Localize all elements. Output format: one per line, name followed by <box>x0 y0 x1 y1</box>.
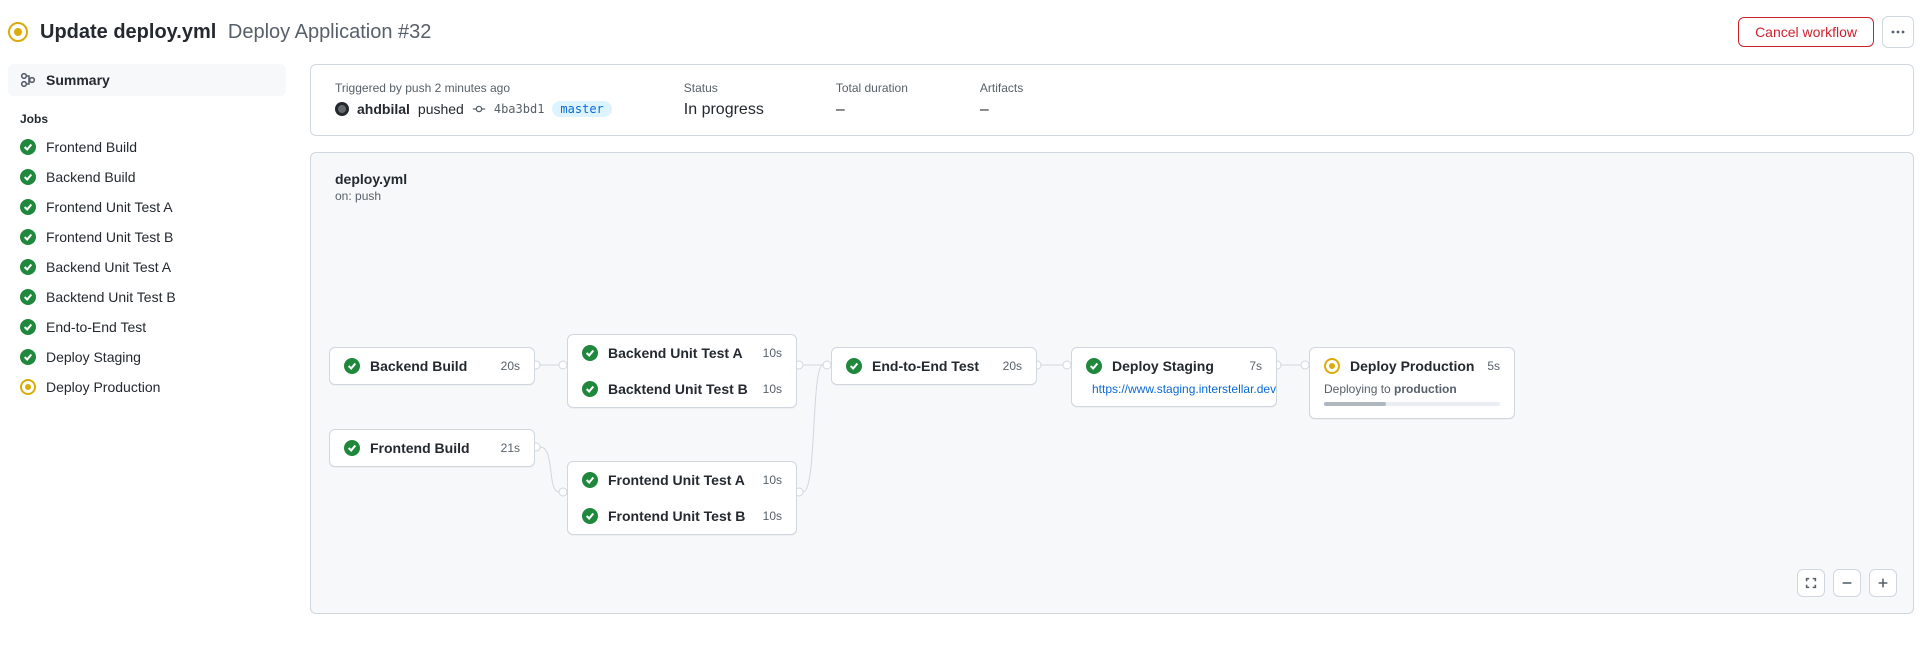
duration-label: Total duration <box>836 81 908 95</box>
node-label: Frontend Build <box>370 440 491 456</box>
job-label: Deploy Staging <box>46 349 141 365</box>
commit-icon <box>472 102 486 116</box>
running-icon <box>1324 358 1340 374</box>
node-backend-build[interactable]: Backend Build 20s <box>329 347 535 385</box>
sidebar-job-item[interactable]: Backtend Unit Test B <box>8 282 286 312</box>
fullscreen-icon <box>1804 576 1818 590</box>
node-label: Deploy Production <box>1350 358 1477 374</box>
node-label: End-to-End Test <box>872 358 993 374</box>
sidebar-job-item[interactable]: Backend Build <box>8 162 286 192</box>
success-icon <box>20 319 36 335</box>
job-label: Backend Unit Test A <box>46 259 171 275</box>
node-label: Deploy Staging <box>1112 358 1239 374</box>
status-label: Status <box>684 81 764 95</box>
kebab-icon <box>1890 24 1906 40</box>
artifacts-value: – <box>980 101 1023 119</box>
node-label: Backend Build <box>370 358 491 374</box>
success-icon <box>582 508 598 524</box>
jobs-heading: Jobs <box>8 96 286 132</box>
job-label: Frontend Build <box>46 139 137 155</box>
workflow-file: deploy.yml <box>335 171 1889 187</box>
node-group-backend-tests[interactable]: Backend Unit Test A 10s Backtend Unit Te… <box>567 334 797 408</box>
plus-icon <box>1876 576 1890 590</box>
node-time: 20s <box>1003 359 1022 373</box>
job-label: Deploy Production <box>46 379 160 395</box>
node-label: Frontend Unit Test B <box>608 508 753 524</box>
actor-link[interactable]: ahdbilal <box>357 101 410 117</box>
node-time: 10s <box>763 346 782 360</box>
success-icon <box>344 358 360 374</box>
staging-url-link[interactable]: https://www.staging.interstellar.dev <box>1092 382 1276 396</box>
branch-badge[interactable]: master <box>552 101 611 117</box>
sidebar-job-item[interactable]: Frontend Unit Test A <box>8 192 286 222</box>
sidebar-job-item[interactable]: Frontend Build <box>8 132 286 162</box>
success-icon <box>20 199 36 215</box>
fullscreen-button[interactable] <box>1797 569 1825 597</box>
sidebar-job-item[interactable]: Deploy Staging <box>8 342 286 372</box>
avatar <box>335 102 349 116</box>
artifacts-label: Artifacts <box>980 81 1023 95</box>
success-icon <box>846 358 862 374</box>
node-deploy-production[interactable]: Deploy Production 5s Deploying to produc… <box>1309 347 1515 419</box>
job-label: Frontend Unit Test A <box>46 199 173 215</box>
success-icon <box>1086 358 1102 374</box>
node-label: Backtend Unit Test B <box>608 381 753 397</box>
running-icon <box>20 379 36 395</box>
success-icon <box>20 139 36 155</box>
success-icon <box>20 259 36 275</box>
success-icon <box>20 169 36 185</box>
commit-sha[interactable]: 4ba3bd1 <box>494 102 545 116</box>
sidebar-job-item[interactable]: Backend Unit Test A <box>8 252 286 282</box>
status-value: In progress <box>684 101 764 119</box>
summary-label: Summary <box>46 72 110 88</box>
node-time: 7s <box>1249 359 1262 373</box>
node-label: Frontend Unit Test A <box>608 472 753 488</box>
running-icon <box>8 22 28 42</box>
node-time: 10s <box>763 509 782 523</box>
success-icon <box>582 345 598 361</box>
zoom-out-button[interactable] <box>1833 569 1861 597</box>
node-time: 5s <box>1487 359 1500 373</box>
sidebar-job-item[interactable]: Deploy Production <box>8 372 286 402</box>
success-icon <box>20 289 36 305</box>
sidebar-job-item[interactable]: End-to-End Test <box>8 312 286 342</box>
node-group-frontend-tests[interactable]: Frontend Unit Test A 10s Frontend Unit T… <box>567 461 797 535</box>
job-label: Backtend Unit Test B <box>46 289 176 305</box>
progress-bar <box>1324 402 1500 406</box>
trigger-label: Triggered by push 2 minutes ago <box>335 81 612 95</box>
push-action: pushed <box>418 101 464 117</box>
node-time: 21s <box>501 441 520 455</box>
success-icon <box>344 440 360 456</box>
job-label: Backend Build <box>46 169 136 185</box>
more-actions-button[interactable] <box>1882 16 1914 48</box>
job-label: End-to-End Test <box>46 319 146 335</box>
zoom-in-button[interactable] <box>1869 569 1897 597</box>
success-icon <box>20 229 36 245</box>
workflow-title: Update deploy.yml <box>40 21 216 43</box>
node-time: 10s <box>763 473 782 487</box>
workflow-subtitle: Deploy Application #32 <box>228 21 431 43</box>
sidebar-job-item[interactable]: Frontend Unit Test B <box>8 222 286 252</box>
node-time: 20s <box>501 359 520 373</box>
cancel-workflow-button[interactable]: Cancel workflow <box>1738 17 1874 47</box>
node-label: Backend Unit Test A <box>608 345 753 361</box>
node-e2e-test[interactable]: End-to-End Test 20s <box>831 347 1037 385</box>
duration-value: – <box>836 101 908 119</box>
success-icon <box>582 381 598 397</box>
node-time: 10s <box>763 382 782 396</box>
node-frontend-build[interactable]: Frontend Build 21s <box>329 429 535 467</box>
deploy-subtext: Deploying to production <box>1324 382 1457 396</box>
job-label: Frontend Unit Test B <box>46 229 173 245</box>
success-icon <box>582 472 598 488</box>
node-deploy-staging[interactable]: Deploy Staging 7s https://www.staging.in… <box>1071 347 1277 407</box>
success-icon <box>20 349 36 365</box>
summary-tab[interactable]: Summary <box>8 64 286 96</box>
workflow-icon <box>20 72 36 88</box>
minus-icon <box>1840 576 1854 590</box>
